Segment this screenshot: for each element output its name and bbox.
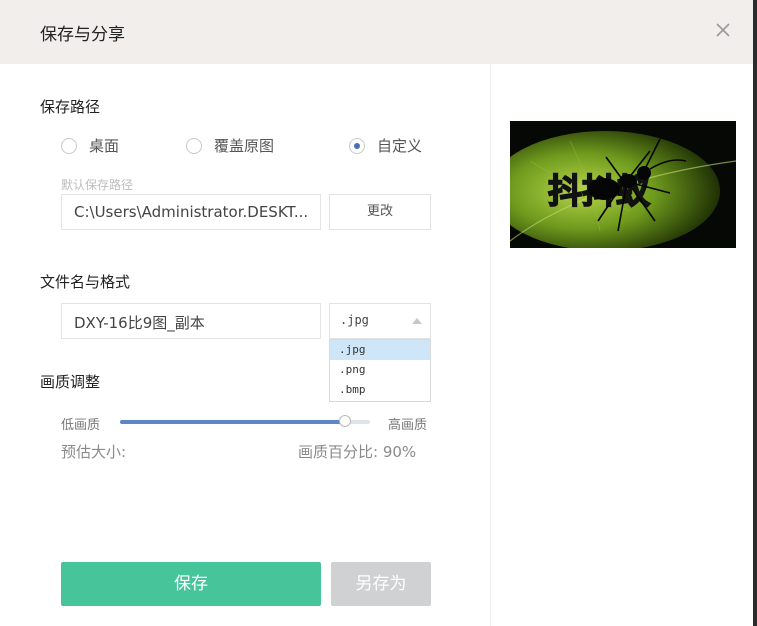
path-value: C:\Users\Administrator.DESKT... [74,203,309,221]
dialog-title: 保存与分享 [40,25,125,45]
window-edge [753,0,757,626]
radio-circle [186,137,202,154]
save-button[interactable]: 保存 [61,562,321,606]
quality-percent-label: 画质百分比: 90% [298,443,417,461]
format-select[interactable]: .jpg [329,303,431,339]
low-quality-label: 低画质 [61,418,101,433]
quality-slider-handle[interactable] [339,415,351,427]
radio-label: 桌面 [89,137,120,155]
format-option-png[interactable]: .png [330,360,430,380]
quality-slider[interactable] [120,415,370,427]
format-selected-value: .jpg [340,313,369,327]
radio-circle-checked [349,137,365,154]
radio-label: 自定义 [377,137,423,155]
default-path-hint: 默认保存路径 [61,178,134,192]
radio-desktop[interactable]: 桌面 [61,135,119,156]
quality-slider-fill [120,420,345,424]
chevron-up-icon [412,318,422,324]
quality-heading: 画质调整 [40,373,101,391]
save-path-heading: 保存路径 [40,98,101,116]
panel-divider [490,64,491,626]
dialog-titlebar: 保存与分享 [0,0,757,64]
radio-label: 覆盖原图 [214,137,275,155]
estimated-size-label: 预估大小: [61,443,127,461]
filename-input[interactable]: DXY-16比9图_副本 [61,303,321,339]
file-heading: 文件名与格式 [40,273,131,291]
format-dropdown: .jpg .png .bmp [329,339,431,402]
radio-custom[interactable]: 自定义 [349,135,422,156]
path-field[interactable]: C:\Users\Administrator.DESKT... [61,194,321,230]
high-quality-label: 高画质 [388,418,428,433]
radio-circle [61,137,77,154]
preview-image: 抖抖蚁 [510,121,736,248]
close-icon[interactable] [713,20,733,40]
change-path-button[interactable]: 更改 [329,194,431,230]
save-as-button[interactable]: 另存为 [331,562,431,606]
format-option-bmp[interactable]: .bmp [330,380,430,400]
format-option-jpg[interactable]: .jpg [330,340,430,360]
radio-overwrite[interactable]: 覆盖原图 [186,135,274,156]
filename-value: DXY-16比9图_副本 [74,314,205,332]
